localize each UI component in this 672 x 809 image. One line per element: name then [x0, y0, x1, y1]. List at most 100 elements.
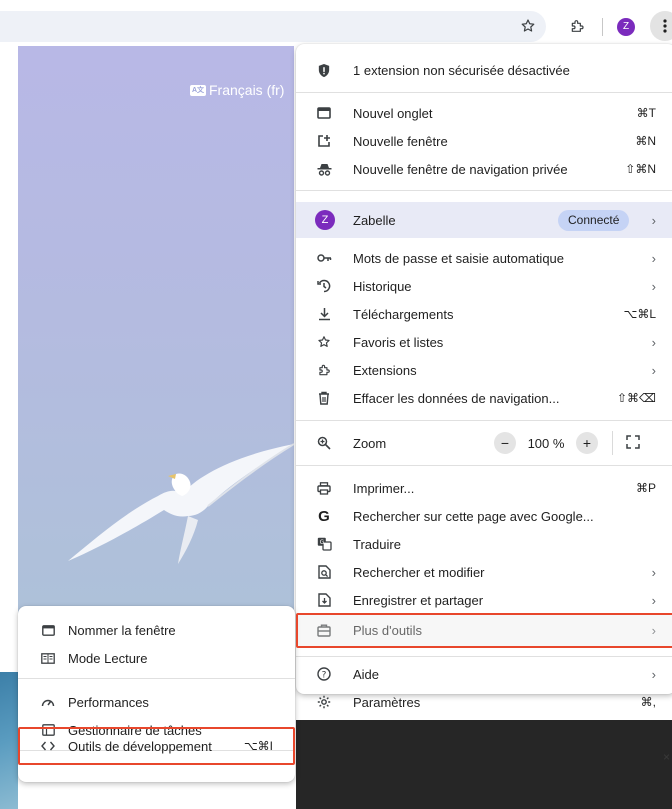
history-label: Historique — [353, 278, 412, 294]
zoom-level: 100 % — [527, 435, 565, 451]
language-selector[interactable]: A文 Français (fr) — [190, 82, 284, 98]
profile-item[interactable]: Z Zabelle Connecté › — [296, 202, 672, 238]
chevron-right-icon: › — [651, 334, 656, 350]
developer-tools-label: Outils de développement — [68, 738, 212, 754]
more-tools-label: Plus d'outils — [353, 622, 422, 638]
new-tab-item[interactable]: Nouvel onglet ⌘T — [296, 99, 672, 127]
incognito-window-shortcut: ⇧⌘N — [625, 162, 656, 176]
menu-divider — [18, 678, 295, 679]
reading-mode-label: Mode Lecture — [68, 650, 148, 666]
zoom-out-button[interactable]: − — [494, 432, 516, 454]
chevron-right-icon: › — [651, 278, 656, 294]
chevron-right-icon: › — [651, 213, 656, 228]
help-item[interactable]: ? Aide › — [296, 660, 672, 688]
translate-icon: G — [316, 536, 332, 552]
find-edit-label: Rechercher et modifier — [353, 564, 485, 580]
incognito-window-label: Nouvelle fenêtre de navigation privée — [353, 161, 568, 177]
chevron-right-icon: › — [651, 666, 656, 682]
sync-status-badge: Connecté — [558, 210, 630, 231]
zoom-separator — [612, 431, 613, 455]
print-icon — [316, 480, 332, 496]
developer-tools-item[interactable]: Outils de développement ⌥⌘I — [18, 732, 295, 760]
star-icon — [316, 334, 332, 350]
toolbar-separator — [602, 18, 603, 36]
fullscreen-button[interactable] — [626, 435, 642, 451]
new-tab-shortcut: ⌘T — [636, 106, 656, 120]
incognito-window-item[interactable]: Nouvelle fenêtre de navigation privée ⇧⌘… — [296, 155, 672, 183]
find-edit-item[interactable]: Rechercher et modifier › — [296, 558, 672, 586]
hero-image: A文 Français (fr) — [18, 46, 294, 650]
zoom-item: Zoom − 100 % + — [296, 429, 672, 457]
puzzle-icon — [316, 362, 332, 378]
performance-label: Performances — [68, 694, 149, 710]
address-bar[interactable] — [0, 11, 546, 42]
svg-text:?: ? — [322, 671, 327, 681]
extensions-button[interactable] — [562, 11, 592, 41]
key-icon — [316, 250, 332, 266]
performance-item[interactable]: Performances — [18, 688, 295, 716]
print-item[interactable]: Imprimer... ⌘P — [296, 474, 672, 502]
history-icon — [316, 278, 332, 294]
menu-divider — [296, 420, 672, 421]
security-notice-item[interactable]: 1 extension non sécurisée désactivée — [296, 56, 672, 84]
menu-button[interactable] — [650, 11, 672, 41]
menu-divider — [296, 190, 672, 191]
profile-avatar-button[interactable]: Z — [617, 18, 635, 36]
translate-item[interactable]: G Traduire — [296, 530, 672, 558]
browser-toolbar: Z — [0, 0, 672, 46]
translate-label: Traduire — [353, 536, 401, 552]
google-search-item[interactable]: G Rechercher sur cette page avec Google.… — [296, 502, 672, 530]
new-window-shortcut: ⌘N — [635, 134, 656, 148]
more-tools-item[interactable]: Plus d'outils › — [296, 616, 672, 644]
translate-icon: A文 — [190, 84, 206, 96]
svg-text:G: G — [319, 539, 324, 546]
reading-mode-icon — [40, 650, 56, 666]
save-share-label: Enregistrer et partager — [353, 592, 484, 608]
puzzle-icon — [571, 20, 584, 32]
kebab-icon — [663, 19, 667, 33]
downloads-label: Téléchargements — [353, 306, 454, 322]
downloads-item[interactable]: Téléchargements ⌥⌘L — [296, 300, 672, 328]
menu-divider — [296, 656, 672, 657]
name-window-label: Nommer la fenêtre — [68, 622, 176, 638]
shield-icon — [316, 62, 332, 78]
clear-data-label: Effacer les données de navigation... — [353, 390, 560, 406]
zoom-in-button[interactable]: + — [576, 432, 598, 454]
chevron-right-icon: › — [651, 592, 656, 608]
google-search-label: Rechercher sur cette page avec Google... — [353, 508, 594, 524]
passwords-item[interactable]: Mots de passe et saisie automatique › — [296, 244, 672, 272]
download-icon — [316, 306, 332, 322]
name-window-item[interactable]: Nommer la fenêtre — [18, 616, 295, 644]
settings-icon — [316, 694, 332, 710]
new-window-label: Nouvelle fenêtre — [353, 133, 448, 149]
menu-divider — [296, 465, 672, 466]
bookmark-star-button[interactable] — [513, 11, 543, 41]
clear-data-item[interactable]: Effacer les données de navigation... ⇧⌘⌫ — [296, 384, 672, 412]
tab-icon — [316, 105, 332, 121]
zoom-label: Zoom — [353, 435, 387, 451]
zoom-controls: − 100 % + — [494, 429, 598, 457]
settings-shortcut: ⌘, — [640, 695, 656, 709]
extensions-item[interactable]: Extensions › — [296, 356, 672, 384]
history-item[interactable]: Historique › — [296, 272, 672, 300]
developer-tools-shortcut: ⌥⌘I — [243, 739, 273, 753]
seagull-image — [68, 443, 294, 564]
trash-icon — [316, 390, 332, 406]
language-label: Français (fr) — [209, 82, 285, 98]
new-window-item[interactable]: Nouvelle fenêtre ⌘N — [296, 127, 672, 155]
help-label: Aide — [353, 666, 380, 682]
bookmarks-item[interactable]: Favoris et listes › — [296, 328, 672, 356]
reading-mode-item[interactable]: Mode Lecture — [18, 644, 295, 672]
dark-panel: × — [296, 720, 672, 809]
new-tab-label: Nouvel onglet — [353, 105, 433, 121]
menu-divider — [296, 92, 672, 93]
settings-item[interactable]: Paramètres ⌘, — [296, 688, 672, 716]
google-icon: G — [318, 507, 330, 525]
new-window-icon — [316, 133, 332, 149]
save-share-item[interactable]: Enregistrer et partager › — [296, 586, 672, 614]
code-icon — [40, 738, 56, 754]
background-waves — [0, 672, 18, 809]
toolbox-icon — [316, 622, 332, 638]
passwords-label: Mots de passe et saisie automatique — [353, 250, 565, 266]
chevron-right-icon: › — [651, 622, 656, 638]
